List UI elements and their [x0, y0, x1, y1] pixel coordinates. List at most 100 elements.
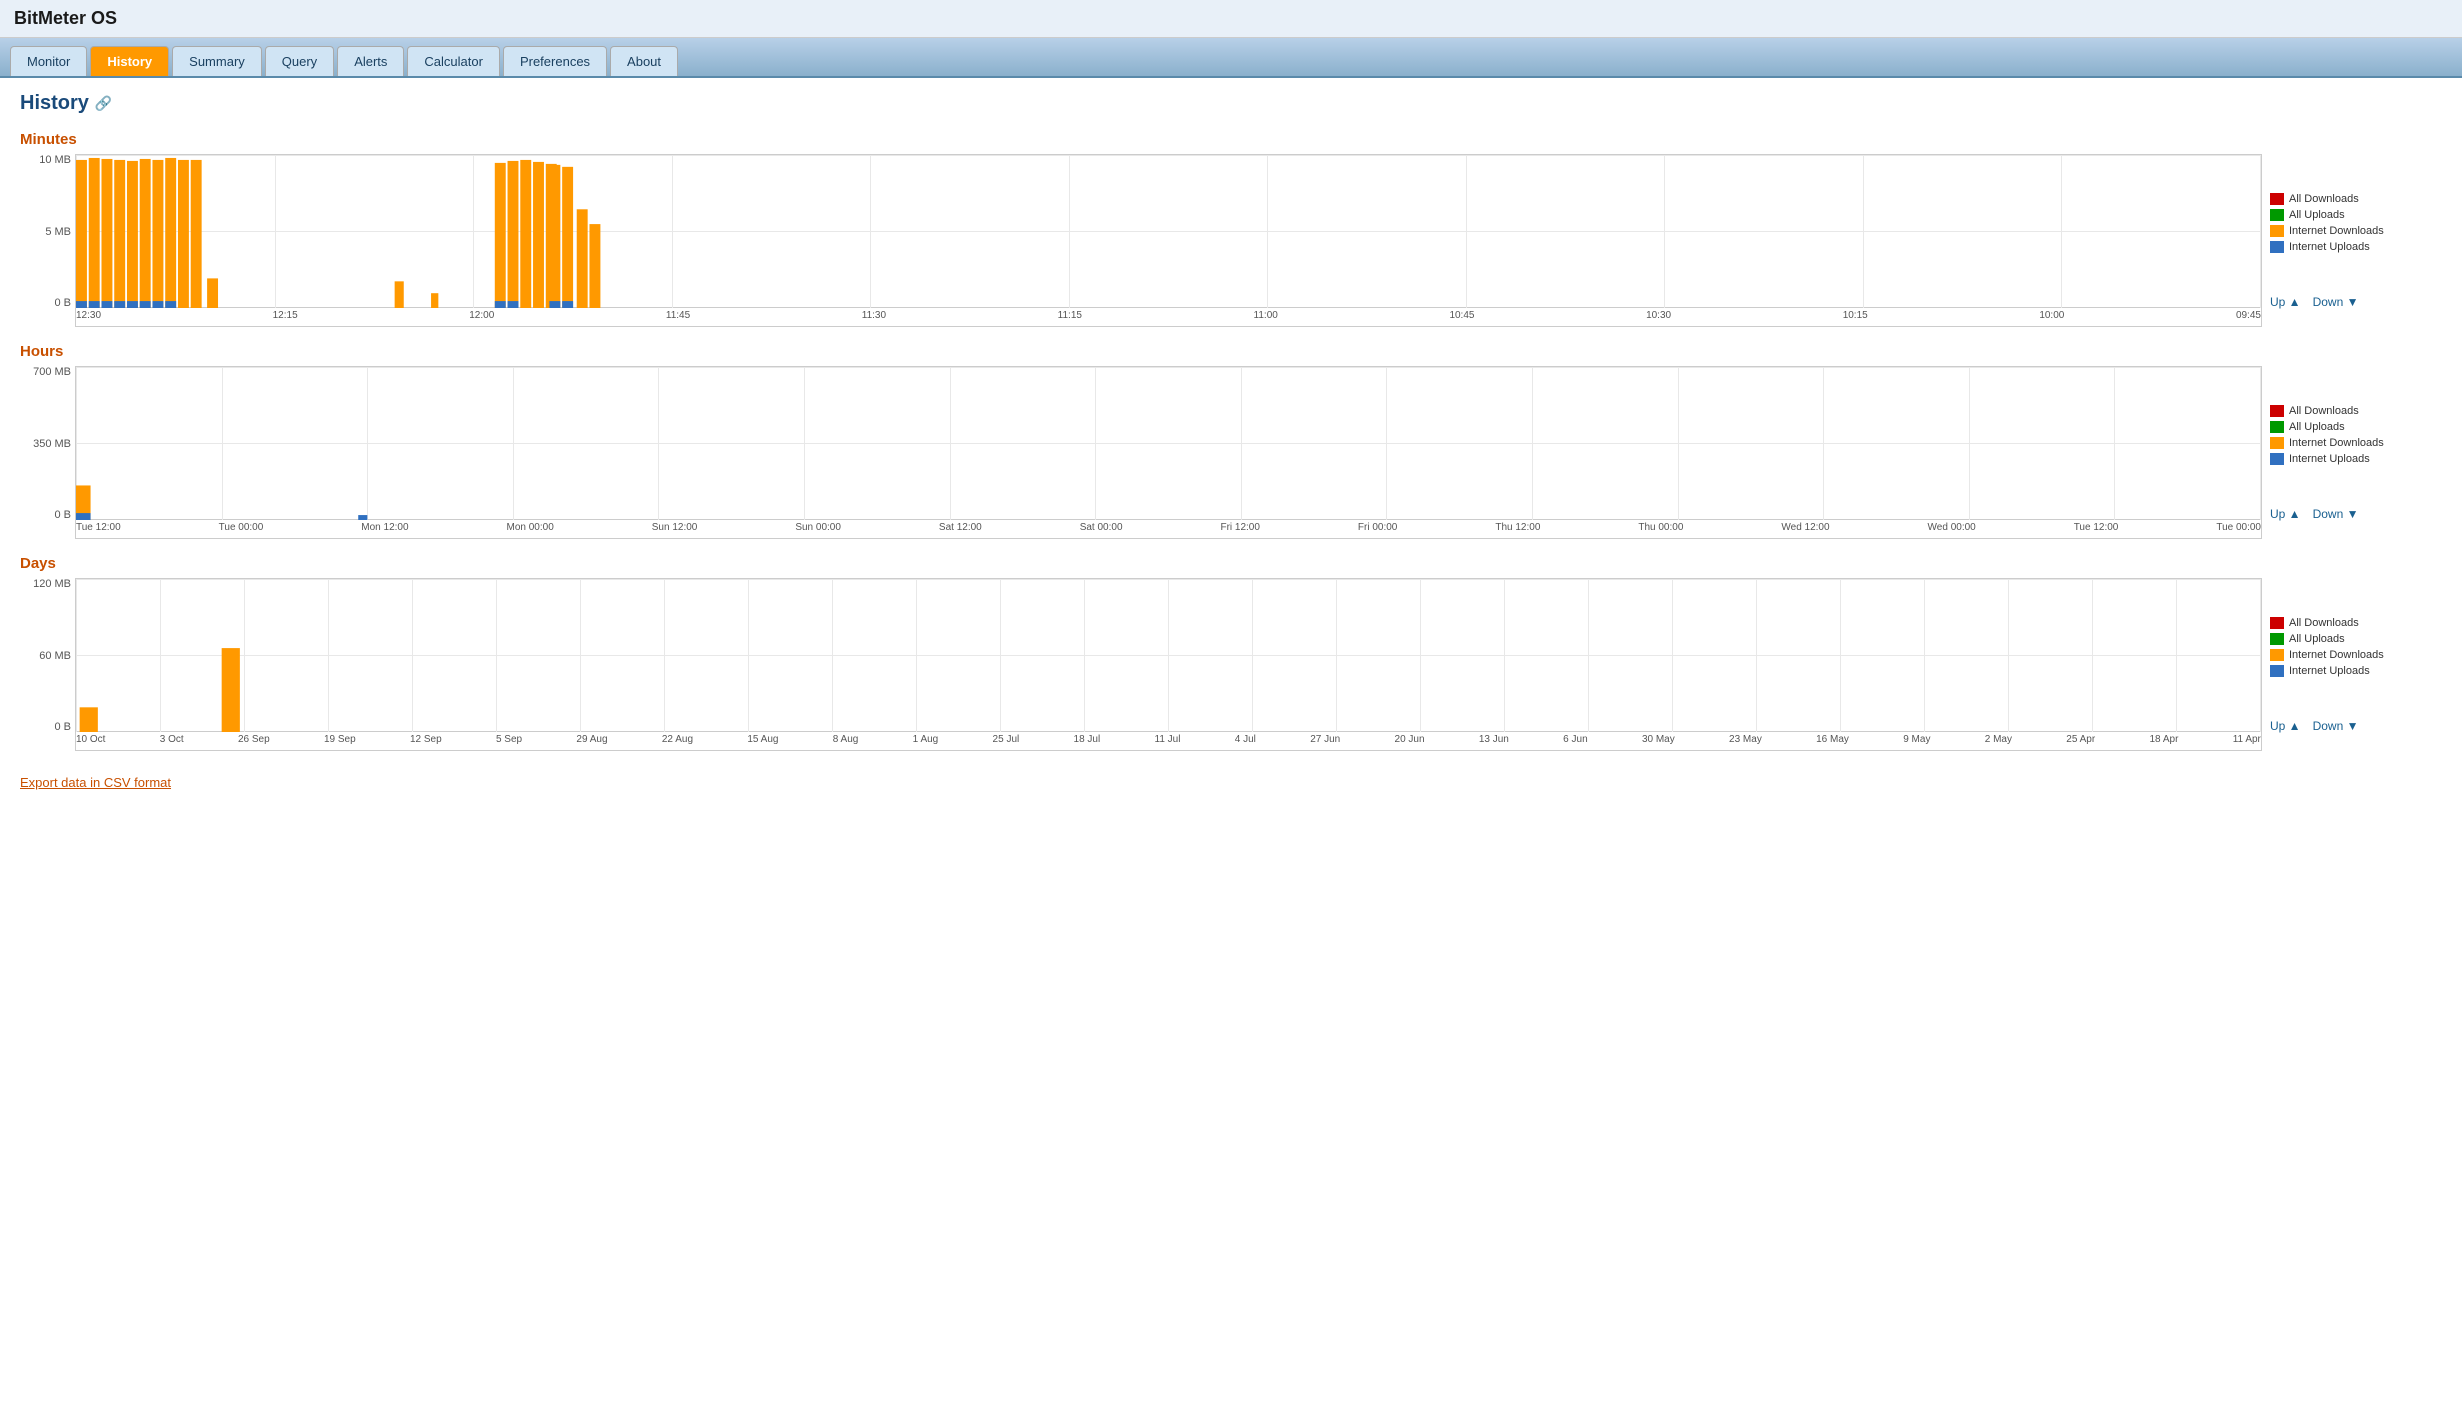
legend-label: Internet Uploads: [2289, 665, 2370, 677]
nav-tab-about[interactable]: About: [610, 46, 678, 76]
legend-item: All Uploads: [2270, 209, 2384, 221]
x-label: 10 Oct: [76, 734, 105, 748]
days-x-labels: 10 Oct 3 Oct 26 Sep 19 Sep 12 Sep 5 Sep …: [76, 732, 2261, 750]
x-label: 11 Apr: [2233, 734, 2261, 748]
minutes-section: Minutes 10 MB 5 MB 0 B: [20, 131, 2442, 327]
legend-color: [2270, 665, 2284, 677]
days-scroll-down[interactable]: Down ▼: [2313, 719, 2359, 733]
legend-color: [2270, 453, 2284, 465]
x-label: 27 Jun: [1310, 734, 1340, 748]
legend-color: [2270, 437, 2284, 449]
up-down-controls: Up ▲ Down ▼: [2270, 295, 2358, 309]
legend-label: All Uploads: [2289, 633, 2345, 645]
legend-item: All Uploads: [2270, 633, 2384, 645]
app-title: BitMeter OS: [0, 0, 2462, 38]
hours-scroll-up[interactable]: Up ▲: [2270, 507, 2301, 521]
legend-label: All Downloads: [2289, 617, 2359, 629]
days-scroll-up[interactable]: Up ▲: [2270, 719, 2301, 733]
x-label: 11:00: [1254, 310, 1278, 324]
x-label: 10:00: [2039, 310, 2064, 324]
y-label: 5 MB: [45, 226, 71, 238]
legend-label: Internet Downloads: [2289, 649, 2384, 661]
x-label: Tue 12:00: [2074, 522, 2119, 536]
x-label: 20 Jun: [1395, 734, 1425, 748]
legend-items: All Downloads All Uploads Internet Downl…: [2270, 578, 2384, 715]
y-label: 700 MB: [33, 366, 71, 378]
scroll-up-button[interactable]: Up ▲: [2270, 295, 2301, 309]
legend-label: All Downloads: [2289, 405, 2359, 417]
x-label: Tue 00:00: [219, 522, 264, 536]
legend-color: [2270, 617, 2284, 629]
export-csv-link[interactable]: Export data in CSV format: [20, 775, 171, 790]
y-label: 350 MB: [33, 438, 71, 450]
x-label: 10:30: [1646, 310, 1671, 324]
y-label: 120 MB: [33, 578, 71, 590]
legend-label: All Downloads: [2289, 193, 2359, 205]
x-label: 19 Sep: [324, 734, 356, 748]
legend-item: All Uploads: [2270, 421, 2384, 433]
minutes-y-labels: 10 MB 5 MB 0 B: [20, 154, 75, 327]
legend-color-uploads: [2270, 209, 2284, 221]
x-label: 18 Apr: [2150, 734, 2179, 748]
x-label: Mon 00:00: [507, 522, 554, 536]
hours-y-labels: 700 MB 350 MB 0 B: [20, 366, 75, 539]
hours-chart-area: Tue 12:00 Tue 00:00 Mon 12:00 Mon 00:00 …: [75, 366, 2262, 539]
nav-tab-query[interactable]: Query: [265, 46, 334, 76]
days-y-labels: 120 MB 60 MB 0 B: [20, 578, 75, 751]
x-label: 11:45: [666, 310, 690, 324]
x-label: Sat 12:00: [939, 522, 982, 536]
scroll-down-button[interactable]: Down ▼: [2313, 295, 2359, 309]
nav-tab-summary[interactable]: Summary: [172, 46, 262, 76]
x-label: Sat 00:00: [1080, 522, 1123, 536]
x-label: 11:30: [862, 310, 886, 324]
nav-tab-monitor[interactable]: Monitor: [10, 46, 87, 76]
minutes-x-labels: 12:30 12:15 12:00 11:45 11:30 11:15 11:0…: [76, 308, 2261, 326]
x-label: 26 Sep: [238, 734, 270, 748]
days-chart-area: 10 Oct 3 Oct 26 Sep 19 Sep 12 Sep 5 Sep …: [75, 578, 2262, 751]
x-label: 15 Aug: [747, 734, 778, 748]
hours-scroll-down[interactable]: Down ▼: [2313, 507, 2359, 521]
legend-label: Internet Uploads: [2289, 453, 2370, 465]
nav-tab-preferences[interactable]: Preferences: [503, 46, 607, 76]
nav-tab-history[interactable]: History: [90, 46, 169, 76]
x-label: 22 Aug: [662, 734, 693, 748]
days-section: Days 120 MB 60 MB 0 B: [20, 555, 2442, 751]
x-label: 11:15: [1058, 310, 1082, 324]
hours-bars-svg: [76, 367, 2261, 520]
x-label: 12 Sep: [410, 734, 442, 748]
legend-label: All Uploads: [2289, 209, 2345, 221]
x-label: 23 May: [1729, 734, 1762, 748]
y-label: 60 MB: [39, 650, 71, 662]
legend-item: Internet Uploads: [2270, 241, 2384, 253]
y-label: 10 MB: [39, 154, 71, 166]
legend-color-downloads: [2270, 193, 2284, 205]
x-label: 10:15: [1843, 310, 1868, 324]
nav-tab-alerts[interactable]: Alerts: [337, 46, 404, 76]
hours-x-labels: Tue 12:00 Tue 00:00 Mon 12:00 Mon 00:00 …: [76, 520, 2261, 538]
x-label: Sun 00:00: [795, 522, 841, 536]
legend-label: All Uploads: [2289, 421, 2345, 433]
legend-label: Internet Downloads: [2289, 225, 2384, 237]
days-legend: All Downloads All Uploads Internet Downl…: [2262, 578, 2442, 751]
x-label: Wed 12:00: [1781, 522, 1829, 536]
x-label: 12:30: [76, 310, 101, 324]
legend-item: Internet Uploads: [2270, 665, 2384, 677]
legend-item: All Downloads: [2270, 405, 2384, 417]
legend-items: All Downloads All Uploads Internet Downl…: [2270, 154, 2384, 291]
page-content: History 🔗 Minutes 10 MB 5 MB 0 B: [0, 78, 2462, 804]
x-label: Sun 12:00: [652, 522, 698, 536]
up-down-controls: Up ▲ Down ▼: [2270, 719, 2358, 733]
hours-section: Hours 700 MB 350 MB 0 B: [20, 343, 2442, 539]
days-title: Days: [20, 555, 2442, 572]
legend-item: Internet Downloads: [2270, 649, 2384, 661]
legend-item: Internet Uploads: [2270, 453, 2384, 465]
days-chart-container: 120 MB 60 MB 0 B: [20, 578, 2442, 751]
nav-tab-calculator[interactable]: Calculator: [407, 46, 500, 76]
x-label: 10:45: [1449, 310, 1474, 324]
x-label: Thu 12:00: [1495, 522, 1540, 536]
legend-color: [2270, 649, 2284, 661]
x-label: 1 Aug: [913, 734, 939, 748]
page-title: History 🔗: [20, 92, 2442, 115]
page-title-text: History: [20, 92, 89, 115]
x-label: Mon 12:00: [361, 522, 408, 536]
